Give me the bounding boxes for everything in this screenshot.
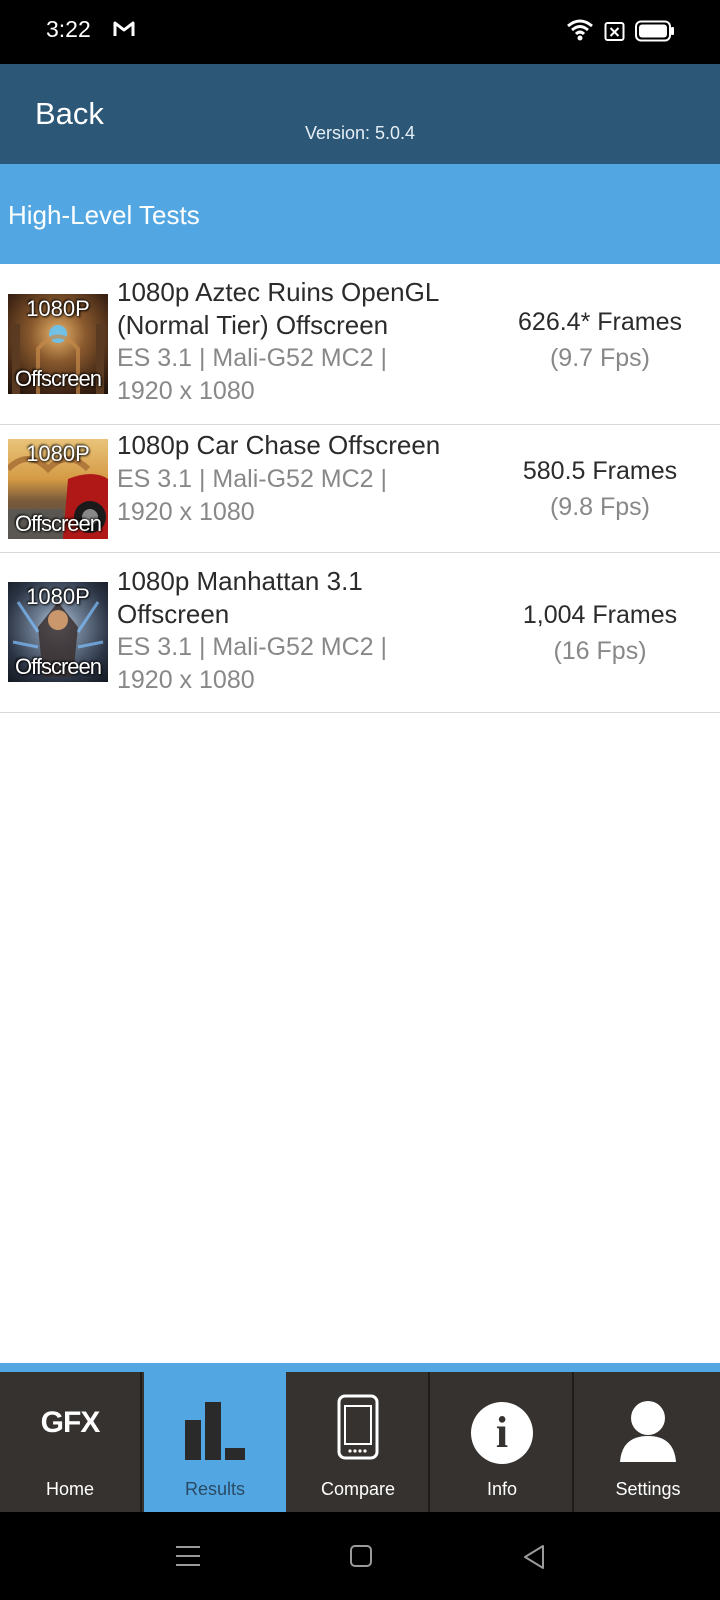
test-thumbnail: 1080P Offscreen <box>8 582 108 682</box>
phone-icon <box>337 1394 379 1460</box>
tab-results[interactable]: Results <box>144 1372 286 1512</box>
app-header: Back Version: 5.0.4 <box>0 64 720 164</box>
status-bar: 3:22 <box>0 0 720 64</box>
tab-home-label: Home <box>45 1479 94 1499</box>
test-api-gpu: ES 3.1 | Mali-G52 MC2 | <box>117 344 388 372</box>
test-name-line: 1080p Aztec Ruins OpenGL <box>117 277 440 307</box>
test-score: 580.5 Frames <box>522 457 678 485</box>
tab-compare[interactable]: Compare <box>288 1372 430 1512</box>
version-label: Version: 5.0.4 <box>304 123 416 143</box>
tab-info[interactable]: i Info <box>432 1372 574 1512</box>
test-fps: (9.7 Fps) <box>549 344 651 372</box>
test-api-gpu: ES 3.1 | Mali-G52 MC2 | <box>117 465 388 493</box>
tab-home[interactable]: GFX Home <box>0 1372 142 1512</box>
test-name: 1080p Manhattan 3.1 Offscreen <box>117 565 477 631</box>
result-row-aztec-ruins[interactable]: 1080P Offscreen 1080p Aztec Ruins OpenGL… <box>0 264 720 425</box>
test-resolution: 1920 x 1080 <box>117 498 255 526</box>
wifi-icon <box>567 19 593 41</box>
test-fps: (9.8 Fps) <box>549 493 651 521</box>
tab-settings[interactable]: Settings <box>576 1372 720 1512</box>
gmail-notification-icon <box>113 21 135 36</box>
test-details: ES 3.1 | Mali-G52 MC2 | 1920 x 1080 <box>117 463 477 529</box>
test-score: 1,004 Frames <box>522 601 678 629</box>
thumb-offscreen-label: Offscreen <box>15 511 102 536</box>
battery-icon <box>635 20 674 42</box>
test-name: 1080p Car Chase Offscreen <box>117 429 477 462</box>
info-icon: i <box>471 1402 533 1464</box>
tab-compare-label: Compare <box>320 1479 396 1499</box>
test-details: ES 3.1 | Mali-G52 MC2 | 1920 x 1080 <box>117 631 477 697</box>
test-resolution: 1920 x 1080 <box>117 377 255 405</box>
test-thumbnail: 1080P Offscreen <box>8 294 108 394</box>
tab-results-label: Results <box>184 1479 246 1499</box>
section-title: High-Level Tests <box>8 200 200 230</box>
tabbar-accent-line <box>0 1363 720 1372</box>
thumb-offscreen-label: Offscreen <box>15 366 102 391</box>
test-details: ES 3.1 | Mali-G52 MC2 | 1920 x 1080 <box>117 342 477 408</box>
result-row-car-chase[interactable]: 1080P Offscreen 1080p Car Chase Offscree… <box>0 425 720 553</box>
gfx-logo-icon: GFX <box>40 1406 101 1439</box>
test-name: 1080p Aztec Ruins OpenGL (Normal Tier) O… <box>117 276 477 342</box>
test-name-line: Offscreen <box>117 599 230 629</box>
menu-icon[interactable] <box>175 1544 201 1568</box>
test-score: 626.4* Frames <box>518 308 682 336</box>
tab-settings-label: Settings <box>615 1479 681 1499</box>
status-time: 3:22 <box>46 16 91 42</box>
thumb-resolution-label: 1080P <box>26 584 90 609</box>
test-fps: (16 Fps) <box>553 637 647 665</box>
home-icon[interactable] <box>349 1544 373 1568</box>
user-icon <box>620 1401 676 1462</box>
test-resolution: 1920 x 1080 <box>117 666 255 694</box>
bottom-tab-bar: GFX Home Results Compare i Info Settings <box>0 1372 720 1512</box>
system-nav-bar <box>0 1512 720 1600</box>
test-name-line: 1080p Manhattan 3.1 <box>117 566 363 596</box>
no-sim-icon <box>604 22 625 41</box>
tab-info-label: Info <box>486 1479 518 1499</box>
section-header: High-Level Tests <box>0 164 720 264</box>
thumb-resolution-label: 1080P <box>26 296 90 321</box>
test-thumbnail: 1080P Offscreen <box>8 439 108 539</box>
thumb-resolution-label: 1080P <box>26 441 90 466</box>
thumb-offscreen-label: Offscreen <box>15 654 102 679</box>
bar-chart-icon <box>185 1402 245 1460</box>
test-name-line: 1080p Car Chase Offscreen <box>117 430 441 460</box>
result-row-manhattan[interactable]: 1080P Offscreen 1080p Manhattan 3.1 Offs… <box>0 553 720 713</box>
test-api-gpu: ES 3.1 | Mali-G52 MC2 | <box>117 633 388 661</box>
back-nav-icon[interactable] <box>522 1544 546 1570</box>
test-name-line: (Normal Tier) Offscreen <box>117 310 389 340</box>
